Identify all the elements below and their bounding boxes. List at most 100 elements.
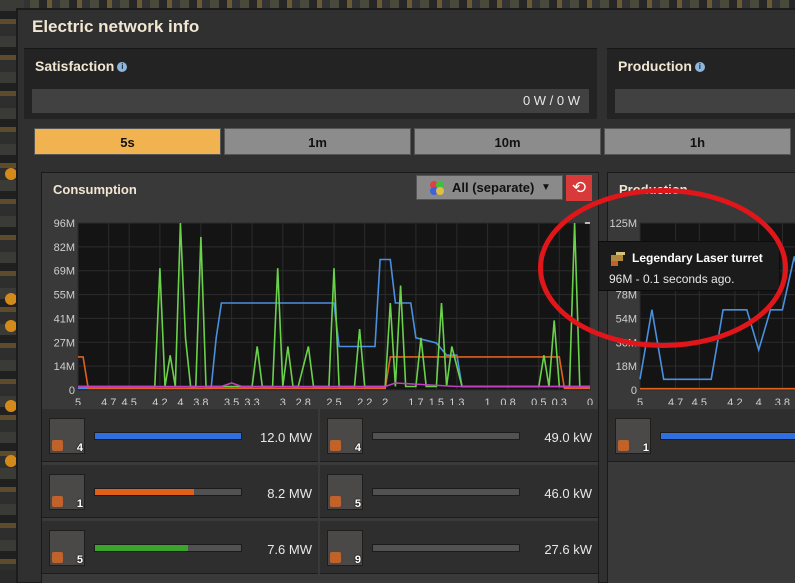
quality-icon	[330, 440, 341, 451]
consumption-bar	[94, 432, 242, 440]
entity-count: 4	[354, 442, 361, 454]
consumption-title: Consumption	[53, 182, 137, 197]
production-panel: Production 125M109M93M78M54M36M18M054.74…	[608, 173, 795, 583]
production-summary-value	[615, 89, 795, 113]
x-tick-label: 1.5	[429, 397, 444, 405]
y-tick-label: 0	[69, 385, 75, 397]
x-tick-label: 4.5	[122, 397, 137, 405]
x-tick-label: 0	[587, 397, 593, 405]
quality-icon	[618, 440, 629, 451]
laser-turret-icon[interactable]: 4	[49, 418, 85, 454]
entity-count: 4	[76, 442, 83, 454]
x-tick-label: 0.3	[552, 397, 567, 405]
quality-icon	[52, 552, 63, 563]
consumption-value: 27.6 kW	[544, 542, 592, 557]
y-tick-label: 125M	[609, 218, 637, 230]
y-tick-label: 0	[631, 385, 637, 397]
y-tick-label: 18M	[616, 361, 637, 373]
y-tick-label: 78M	[616, 290, 637, 302]
production-chart[interactable]: 125M109M93M78M54M36M18M054.74.54.243.83.…	[608, 205, 795, 405]
x-tick-label: 5	[637, 397, 643, 405]
quality-icon	[330, 552, 341, 563]
consumer-row[interactable]: 4 49.0 kW	[320, 409, 598, 462]
x-tick-label: 2.5	[326, 397, 341, 405]
x-tick-label: 1.3	[449, 397, 464, 405]
consumption-chart[interactable]: 96M82M69M55M41M27M14M05 4.7 4.5 4.2 4 3.8 3.5 3…	[42, 205, 598, 405]
quality-icon	[52, 440, 63, 451]
quality-icon	[52, 496, 63, 507]
x-tick-label: 4.2	[727, 397, 742, 405]
producer-row[interactable]: 1	[608, 409, 795, 462]
consumption-bar	[94, 488, 242, 496]
satisfaction-value: 0 W / 0 W	[32, 89, 589, 113]
y-tick-label: 41M	[54, 313, 75, 325]
production-summary-label: Production i	[618, 58, 705, 74]
info-icon[interactable]: i	[694, 62, 705, 73]
x-tick-label: 4.2	[152, 397, 167, 405]
entity-count: 1	[76, 498, 83, 510]
y-tick-label: 69M	[54, 266, 75, 278]
tab-1h[interactable]: 1h	[604, 128, 791, 155]
consumption-value: 12.0 MW	[259, 430, 312, 445]
consumption-value: 8.2 MW	[267, 486, 312, 501]
reset-icon[interactable]: ⟲	[566, 175, 592, 201]
consumer-row[interactable]: 9 27.6 kW	[320, 521, 598, 574]
info-icon[interactable]: i	[117, 62, 128, 73]
laser-turret-icon	[608, 249, 626, 267]
filter-label: All (separate)	[452, 180, 535, 195]
x-tick-label: 2.8	[296, 397, 311, 405]
entity-count: 1	[642, 442, 649, 454]
tesla-turret-icon[interactable]: 4	[327, 418, 363, 454]
consumer-row[interactable]: 5 7.6 MW	[42, 521, 318, 574]
tooltip-subtitle: 96M - 0.1 seconds ago.	[609, 272, 735, 286]
x-tick-label: 3.3	[244, 397, 259, 405]
tooltip: Legendary Laser turret 96M - 0.1 seconds…	[598, 241, 780, 291]
y-tick-label: 55M	[54, 290, 75, 302]
tab-5s[interactable]: 5s	[34, 128, 221, 155]
consumption-bar	[372, 488, 520, 496]
x-tick-label: 4.5	[692, 397, 707, 405]
x-tick-label: 0.8	[500, 397, 515, 405]
consumption-panel: Consumption All (separate) ▼ ⟲ 96M 82M 69M…	[42, 173, 598, 583]
window-title: Electric network info	[32, 17, 200, 36]
background-decor	[5, 293, 17, 305]
consumer-row[interactable]: 5 46.0 kW	[320, 465, 598, 518]
x-tick-label: 3.8	[193, 397, 208, 405]
consumption-bar	[372, 544, 520, 552]
assembler-icon[interactable]: 5	[327, 474, 363, 510]
accumulator-icon[interactable]: 1	[615, 418, 651, 454]
quality-icon	[330, 496, 341, 507]
consumption-value: 49.0 kW	[544, 430, 592, 445]
x-tick-label: 1.7	[408, 397, 423, 405]
multi-color-icon	[428, 179, 446, 197]
x-tick-label: 3.8	[775, 397, 790, 405]
filter-dropdown[interactable]: All (separate) ▼	[416, 175, 563, 200]
entity-count: 9	[354, 554, 361, 566]
consumption-value: 46.0 kW	[544, 486, 592, 501]
x-tick-label: 0.5	[531, 397, 546, 405]
x-tick-label: 2	[382, 397, 388, 405]
background-decor	[5, 320, 17, 332]
entity-count: 5	[354, 498, 361, 510]
consumption-bar	[372, 432, 520, 440]
x-tick-label: 3.5	[224, 397, 239, 405]
tab-1m[interactable]: 1m	[224, 128, 411, 155]
satisfaction-label: Satisfaction i	[35, 58, 128, 74]
y-tick-label: 27M	[54, 337, 75, 349]
consumption-bar	[94, 544, 242, 552]
production-summary-box: Production i	[607, 48, 795, 119]
consumption-value: 7.6 MW	[267, 542, 312, 557]
x-tick-label: 4	[177, 397, 183, 405]
y-tick-label: 54M	[616, 313, 637, 325]
x-tick-label: 1	[485, 397, 491, 405]
electric-furnace-icon[interactable]: 1	[49, 474, 85, 510]
tab-10m[interactable]: 10m	[414, 128, 601, 155]
inserter-icon[interactable]: 9	[327, 530, 363, 566]
electric-network-window: Electric network info Satisfaction i 0 W …	[18, 10, 795, 583]
consumer-row[interactable]: 1 8.2 MW	[42, 465, 318, 518]
y-tick-label: 96M	[54, 218, 75, 230]
laser-turret-icon[interactable]: 5	[49, 530, 85, 566]
x-tick-label: 4.7	[668, 397, 683, 405]
production-bar	[660, 432, 795, 440]
consumer-row[interactable]: 4 12.0 MW	[42, 409, 318, 462]
